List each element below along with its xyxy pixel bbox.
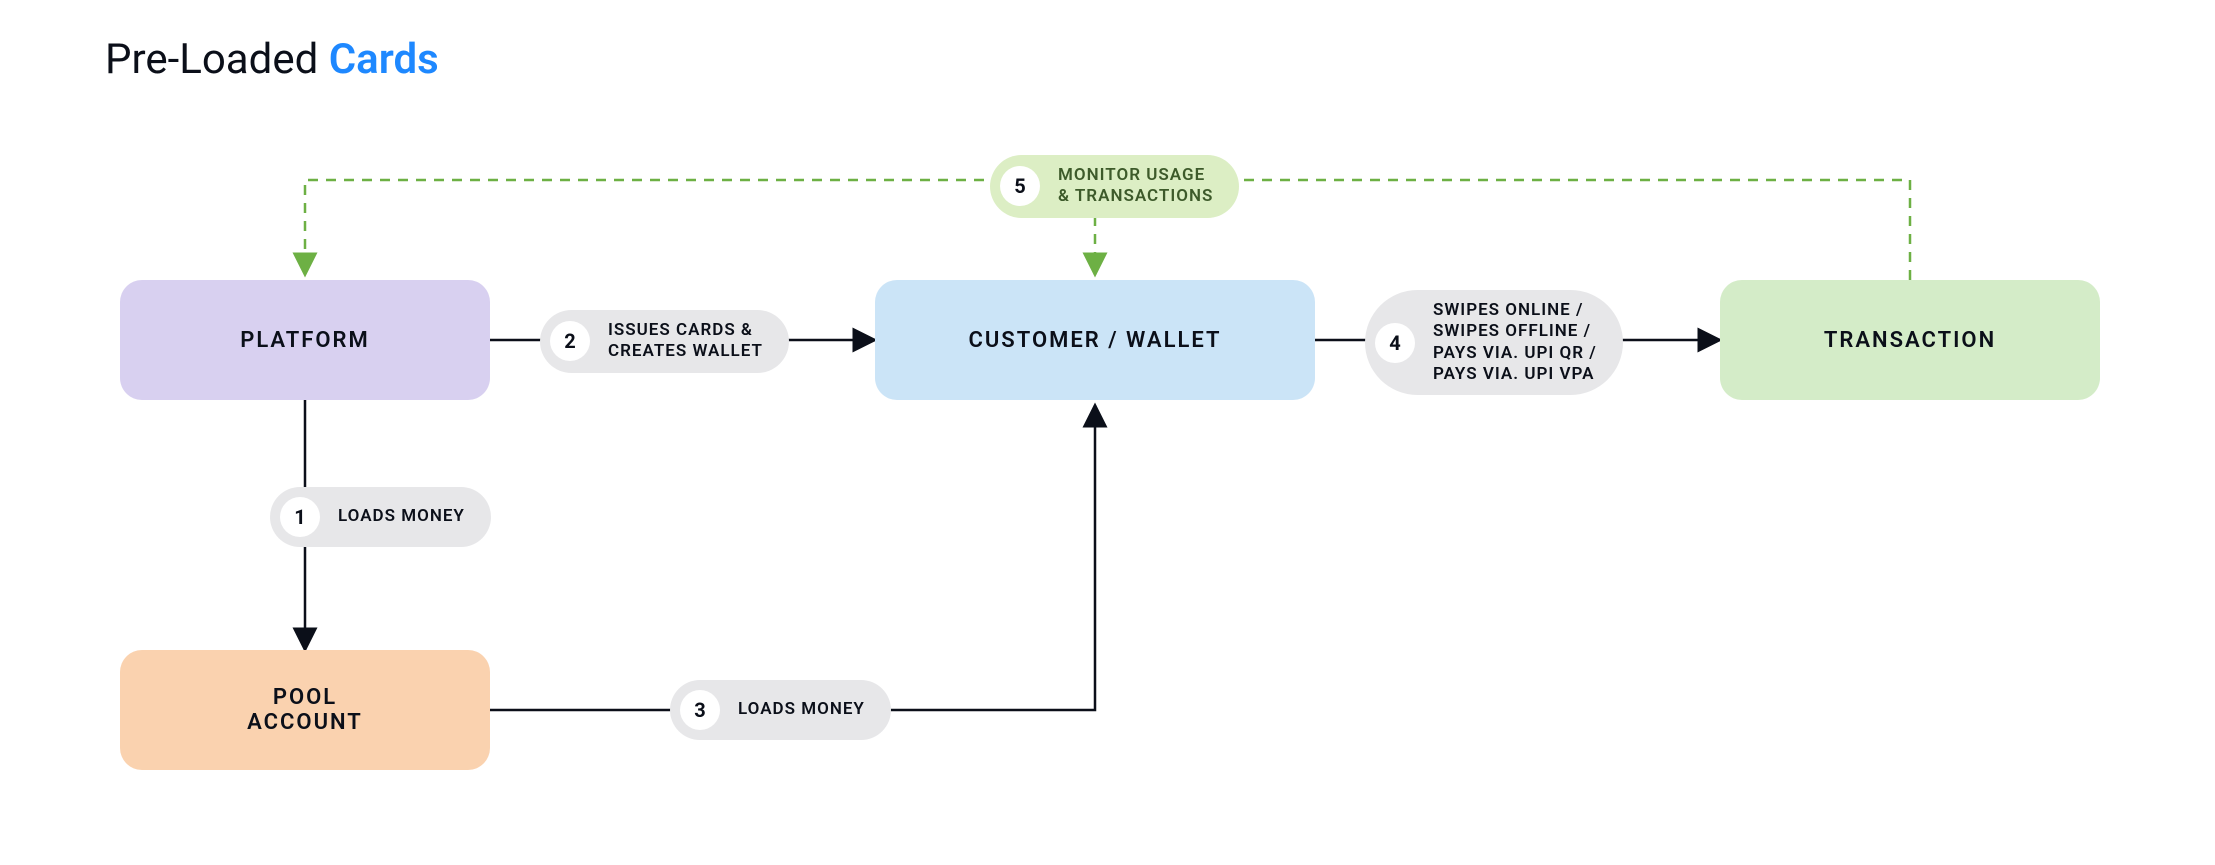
node-customer-label: CUSTOMER / WALLET (968, 328, 1221, 353)
step-5-pill: 5 MONITOR USAGE & TRANSACTIONS (990, 155, 1239, 218)
step-2-label: ISSUES CARDS & CREATES WALLET (608, 320, 763, 363)
edge-pool-customer (490, 405, 1095, 710)
step-1-pill: 1 LOADS MONEY (270, 487, 491, 547)
title-accent: Cards (329, 35, 439, 84)
node-pool-label: POOL ACCOUNT (247, 685, 363, 735)
step-4-pill: 4 SWIPES ONLINE / SWIPES OFFLINE / PAYS … (1365, 290, 1623, 395)
node-pool-account: POOL ACCOUNT (120, 650, 490, 770)
step-1-num: 1 (280, 497, 320, 537)
title-prefix: Pre-Loaded (105, 35, 329, 84)
step-5-label: MONITOR USAGE & TRANSACTIONS (1058, 165, 1213, 208)
step-1-label: LOADS MONEY (338, 506, 465, 527)
node-transaction: TRANSACTION (1720, 280, 2100, 400)
step-3-label: LOADS MONEY (738, 699, 865, 720)
step-3-num: 3 (680, 690, 720, 730)
step-2-num: 2 (550, 321, 590, 361)
node-platform: PLATFORM (120, 280, 490, 400)
step-4-label: SWIPES ONLINE / SWIPES OFFLINE / PAYS VI… (1433, 300, 1597, 385)
node-platform-label: PLATFORM (240, 328, 370, 353)
step-2-pill: 2 ISSUES CARDS & CREATES WALLET (540, 310, 789, 373)
node-customer-wallet: CUSTOMER / WALLET (875, 280, 1315, 400)
step-5-num: 5 (1000, 166, 1040, 206)
diagram-title: Pre-Loaded Cards (105, 35, 439, 84)
node-txn-label: TRANSACTION (1824, 328, 1996, 353)
step-4-num: 4 (1375, 323, 1415, 363)
step-3-pill: 3 LOADS MONEY (670, 680, 891, 740)
